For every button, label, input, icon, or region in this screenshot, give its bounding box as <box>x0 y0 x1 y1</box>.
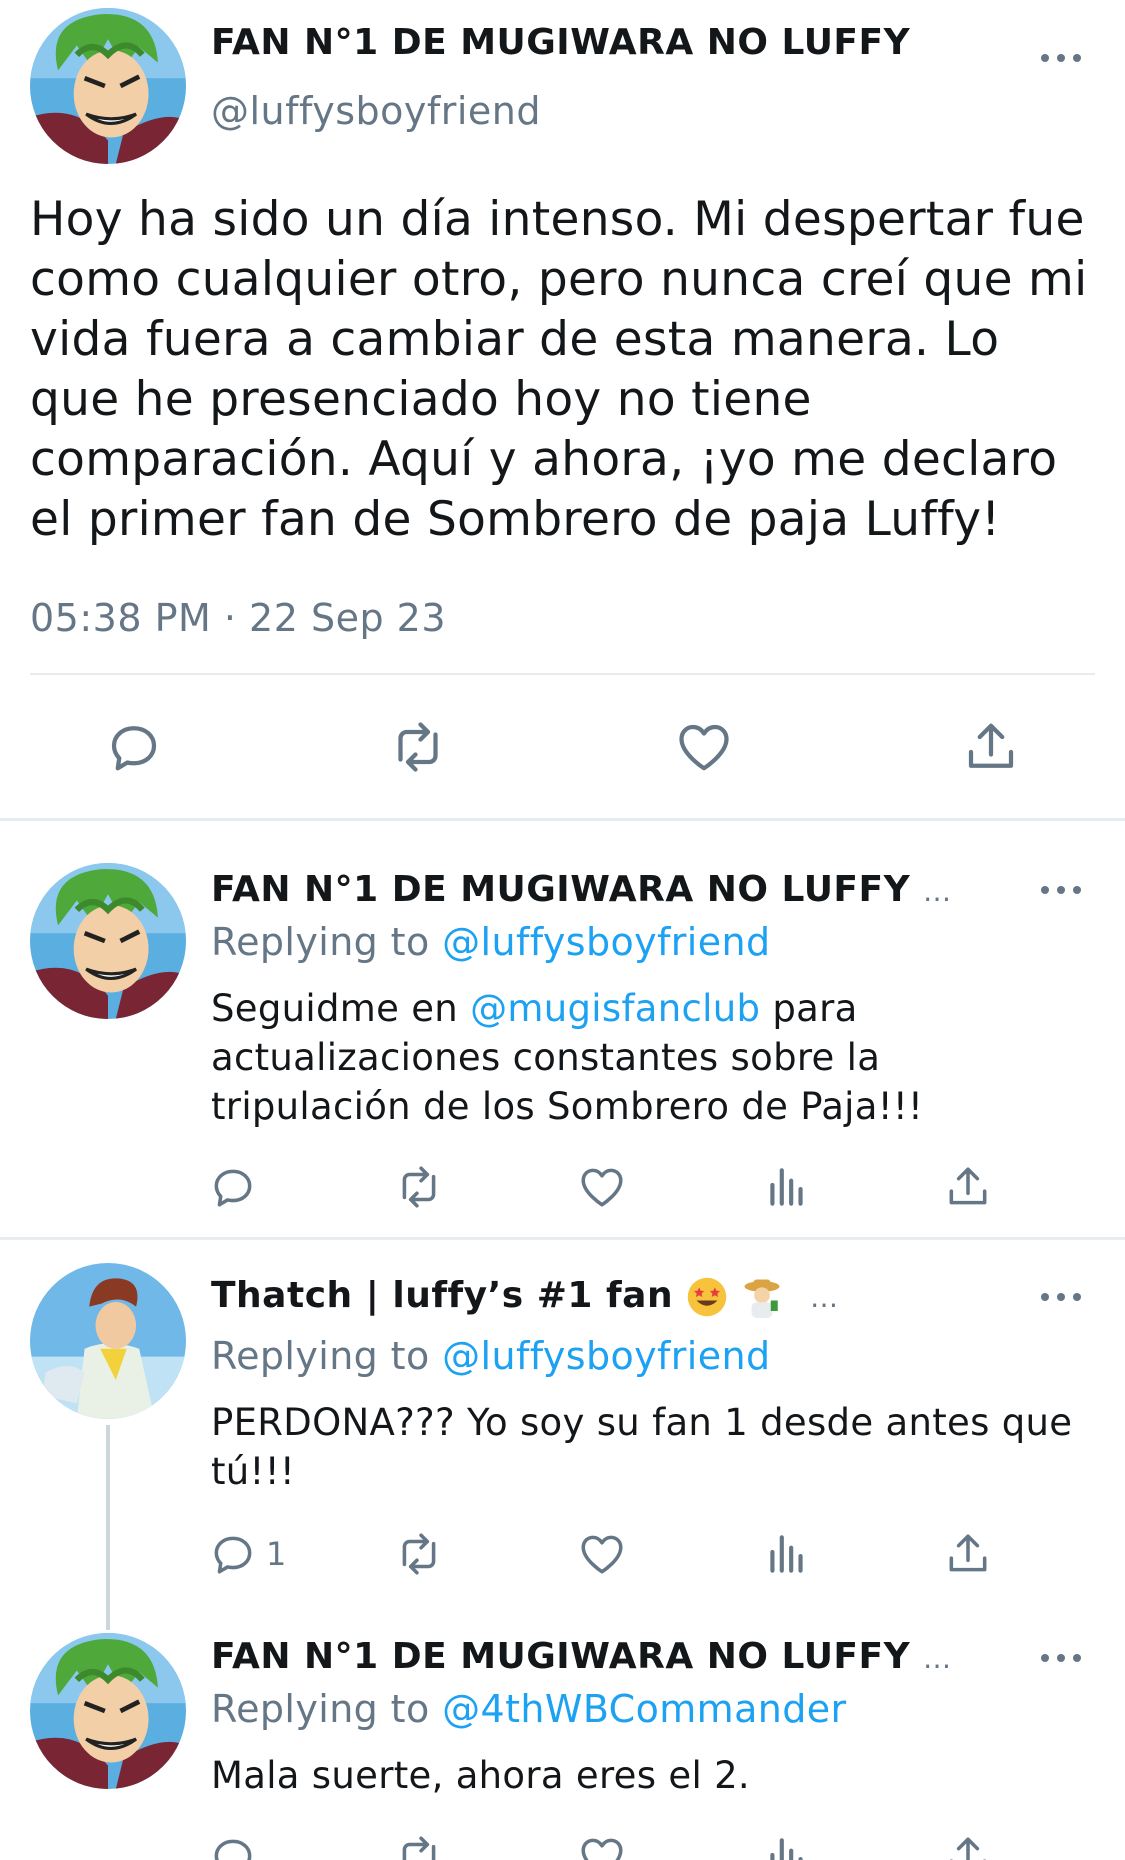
thread-line <box>106 1425 110 1630</box>
author-handle[interactable]: @luffysboyfriend <box>211 89 541 133</box>
tweet-text: Hoy ha sido un día intenso. Mi despertar… <box>30 192 1088 547</box>
retweet-button[interactable] <box>392 1832 446 1860</box>
farmer-emoji-icon <box>744 1279 780 1318</box>
more-icon[interactable] <box>1041 1287 1081 1307</box>
author-name[interactable]: FAN N°1 DE MUGIWARA NO LUFFY ... <box>211 869 951 910</box>
heart-icon <box>577 1162 627 1212</box>
avatar[interactable] <box>30 863 186 1019</box>
retweet-button[interactable] <box>386 717 450 777</box>
author-name-text: FAN N°1 DE MUGIWARA NO LUFFY <box>211 1636 911 1677</box>
more-icon[interactable] <box>1041 1648 1081 1668</box>
share-icon <box>943 1832 993 1860</box>
replying-to-label: Replying to <box>211 1687 443 1731</box>
avatar[interactable] <box>30 8 186 164</box>
reply-button[interactable] <box>208 1162 258 1212</box>
reply-icon <box>208 1832 258 1860</box>
retweet-icon <box>392 1832 446 1860</box>
retweet-button[interactable] <box>392 1162 446 1212</box>
reply-text: Mala suerte, ahora eres el 2. <box>211 1754 750 1797</box>
reply-text-start: Seguidme en <box>211 987 471 1030</box>
name-ellipsis: ... <box>810 1281 839 1314</box>
reply-button[interactable] <box>208 1832 258 1860</box>
analytics-button[interactable] <box>762 1529 812 1579</box>
star-struck-emoji-icon <box>687 1277 727 1317</box>
reply-icon <box>208 1162 258 1212</box>
more-icon[interactable] <box>1041 880 1081 900</box>
author-name-text: Thatch | luffy’s #1 fan <box>211 1275 674 1316</box>
retweet-icon <box>392 1529 446 1579</box>
author-name[interactable]: FAN N°1 DE MUGIWARA NO LUFFY ... <box>211 1636 951 1677</box>
like-button[interactable] <box>577 1832 627 1860</box>
more-icon[interactable] <box>1041 48 1081 68</box>
mention-link[interactable]: @mugisfanclub <box>470 987 760 1030</box>
like-button[interactable] <box>674 717 734 777</box>
share-button[interactable] <box>943 1162 993 1212</box>
analytics-button[interactable] <box>762 1162 812 1212</box>
reply-text: Seguidme en @mugisfanclub para actualiza… <box>211 984 1091 1131</box>
name-ellipsis: ... <box>923 875 952 908</box>
replying-to-mention[interactable]: @4thWBCommander <box>442 1687 846 1731</box>
avatar[interactable] <box>30 1633 186 1789</box>
share-icon <box>943 1162 993 1212</box>
divider <box>30 673 1095 675</box>
replying-to-mention[interactable]: @luffysboyfriend <box>442 1334 770 1378</box>
retweet-icon <box>386 717 450 777</box>
analytics-icon <box>762 1162 812 1212</box>
author-name-text: FAN N°1 DE MUGIWARA NO LUFFY <box>211 869 911 910</box>
replying-to-label: Replying to <box>211 920 443 964</box>
analytics-icon <box>762 1832 812 1860</box>
divider <box>0 818 1125 821</box>
name-ellipsis: ... <box>923 1642 952 1675</box>
author-name[interactable]: FAN N°1 DE MUGIWARA NO LUFFY <box>211 22 910 63</box>
share-icon <box>961 717 1021 777</box>
reply-text: PERDONA??? Yo soy su fan 1 desde antes q… <box>211 1401 1073 1493</box>
like-button[interactable] <box>577 1162 627 1212</box>
replying-to-label: Replying to <box>211 1334 443 1378</box>
replying-to-mention[interactable]: @luffysboyfriend <box>442 920 770 964</box>
avatar[interactable] <box>30 1263 186 1419</box>
replying-to: Replying to @luffysboyfriend <box>211 1334 771 1378</box>
share-button[interactable] <box>943 1832 993 1860</box>
heart-icon <box>577 1529 627 1579</box>
share-button[interactable] <box>943 1529 993 1579</box>
reply-icon <box>208 1529 258 1579</box>
divider <box>0 1237 1125 1240</box>
reply-icon <box>104 717 164 777</box>
share-button[interactable] <box>961 717 1021 777</box>
analytics-button[interactable] <box>762 1832 812 1860</box>
replying-to: Replying to @luffysboyfriend <box>211 920 771 964</box>
author-name[interactable]: Thatch | luffy’s #1 fan ... <box>211 1275 838 1318</box>
heart-icon <box>577 1832 627 1860</box>
reply-button[interactable]: 1 <box>208 1529 286 1579</box>
like-button[interactable] <box>577 1529 627 1579</box>
reply-button[interactable] <box>104 717 164 777</box>
analytics-icon <box>762 1529 812 1579</box>
tweet-timestamp: 05:38 PM · 22 Sep 23 <box>30 596 447 640</box>
retweet-button[interactable] <box>392 1529 446 1579</box>
share-icon <box>943 1529 993 1579</box>
heart-icon <box>674 717 734 777</box>
retweet-icon <box>392 1162 446 1212</box>
reply-count: 1 <box>266 1535 287 1573</box>
replying-to: Replying to @4thWBCommander <box>211 1687 847 1731</box>
